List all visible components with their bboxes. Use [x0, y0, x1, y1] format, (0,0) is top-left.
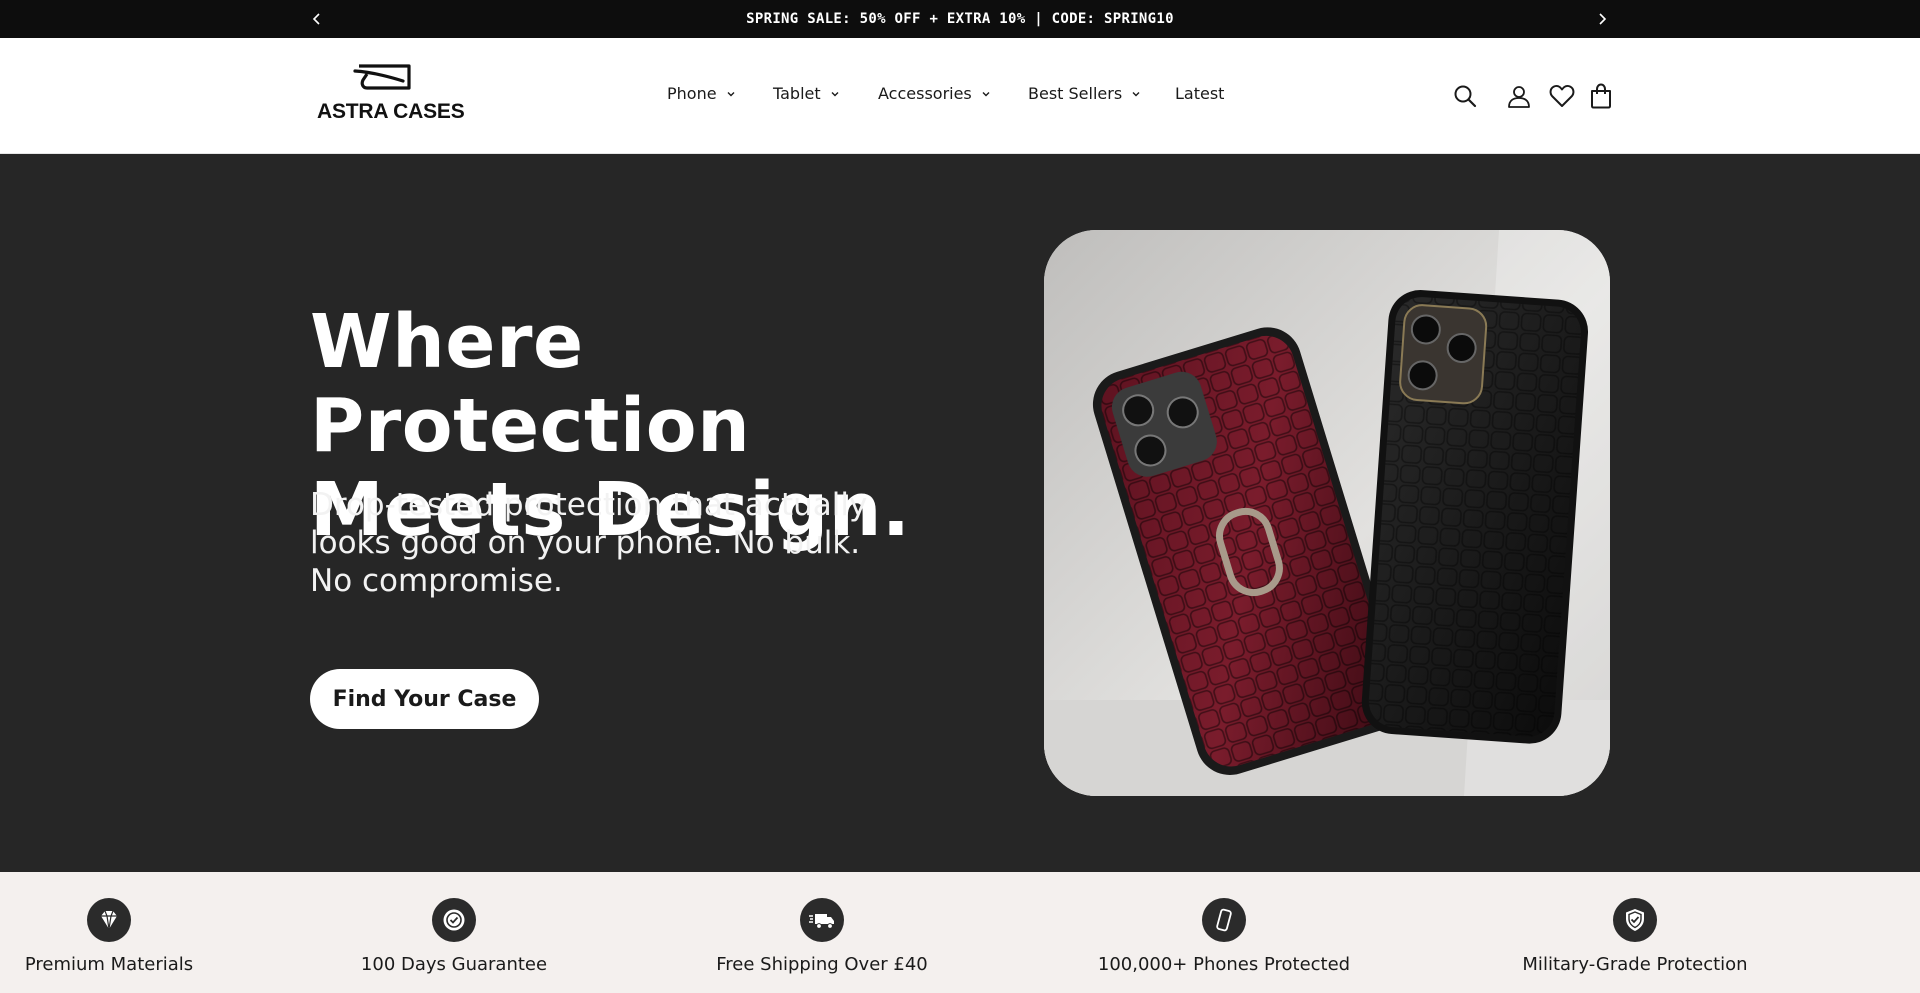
- find-your-case-button[interactable]: Find Your Case: [310, 669, 539, 729]
- site-header: ASTRA CASES Phone Tablet Accessories Bes…: [0, 38, 1920, 154]
- nav-item-accessories[interactable]: Accessories: [878, 84, 991, 103]
- shield-check-icon: [1626, 909, 1644, 931]
- chevron-right-icon: [1599, 13, 1607, 25]
- cart-button[interactable]: [1587, 82, 1615, 110]
- nav-item-label: Best Sellers: [1028, 84, 1123, 103]
- nav-item-best-sellers[interactable]: Best Sellers: [1028, 84, 1141, 103]
- cart-bag-icon: [1591, 83, 1611, 109]
- feature-label: Premium Materials: [24, 954, 194, 975]
- chevron-down-icon: [982, 91, 990, 96]
- features-strip: Premium Materials 100 Days Guarantee Fre…: [0, 872, 1920, 993]
- announcement-prev-button[interactable]: [306, 8, 328, 30]
- hero-subtitle: Drop-tested protection that actually loo…: [310, 487, 868, 599]
- chevron-left-icon: [312, 13, 320, 25]
- hero-product-image: [1044, 230, 1610, 796]
- logo-link[interactable]: ASTRA CASES: [313, 62, 465, 130]
- nav-item-label: Phone: [667, 84, 717, 103]
- account-icon: [1508, 86, 1530, 108]
- search-button[interactable]: [1451, 82, 1479, 110]
- nav-item-tablet[interactable]: Tablet: [773, 84, 840, 103]
- feature-label: Free Shipping Over £40: [716, 954, 928, 975]
- delivery-truck-icon: [809, 914, 834, 929]
- nav-item-phone[interactable]: Phone: [667, 84, 736, 103]
- diamond-icon: [101, 910, 117, 930]
- search-icon: [1454, 85, 1477, 108]
- nav-item-latest[interactable]: Latest: [1175, 84, 1224, 103]
- feature-label: Military-Grade Protection: [1522, 954, 1748, 975]
- wishlist-heart-icon: [1549, 84, 1575, 107]
- chevron-down-icon: [1132, 91, 1140, 96]
- feature-label: 100,000+ Phones Protected: [1097, 954, 1351, 975]
- feature-item: Premium Materials: [0, 898, 259, 975]
- chevron-down-icon: [727, 91, 735, 96]
- wishlist-button[interactable]: [1548, 82, 1576, 110]
- phone-icon: [1216, 908, 1232, 932]
- badge-check-icon: [443, 909, 465, 931]
- chevron-down-icon: [831, 91, 839, 96]
- account-button[interactable]: [1505, 82, 1533, 110]
- feature-item: Military-Grade Protection: [1485, 898, 1785, 975]
- nav-item-label: Tablet: [773, 84, 821, 103]
- logo-mark-icon: [353, 64, 411, 90]
- feature-item: Free Shipping Over £40: [672, 898, 972, 975]
- announcement-text: SPRING SALE: 50% OFF + EXTRA 10% | CODE:…: [746, 11, 1174, 27]
- announcement-next-button[interactable]: [1591, 8, 1613, 30]
- feature-label: 100 Days Guarantee: [360, 954, 548, 975]
- nav-item-label: Accessories: [878, 84, 972, 103]
- feature-item: 100 Days Guarantee: [304, 898, 604, 975]
- announcement-bar: SPRING SALE: 50% OFF + EXTRA 10% | CODE:…: [0, 0, 1920, 38]
- feature-item: 100,000+ Phones Protected: [1074, 898, 1374, 975]
- hero-section: Where Protection Meets Design. Drop-test…: [0, 154, 1920, 872]
- logo-text: ASTRA CASES: [317, 100, 465, 123]
- nav-item-label: Latest: [1175, 84, 1225, 103]
